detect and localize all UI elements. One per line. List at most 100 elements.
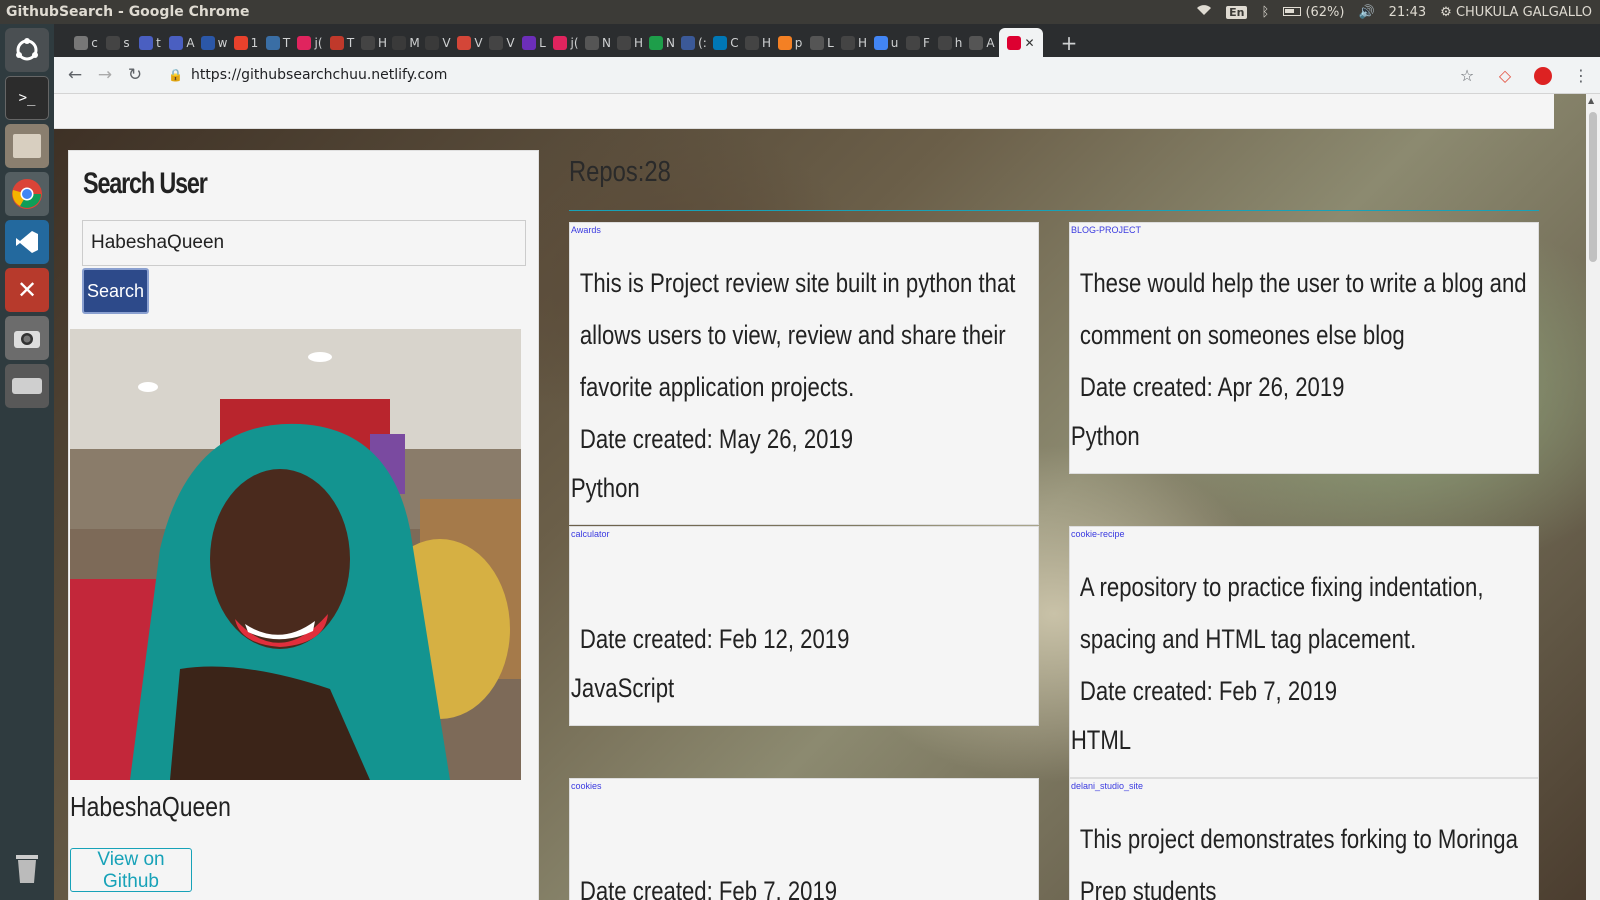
back-icon[interactable]: ← — [60, 65, 90, 85]
browser-tab[interactable]: w — [199, 28, 229, 57]
browser-tab[interactable]: V — [487, 28, 517, 57]
browser-tab[interactable]: t — [135, 28, 165, 57]
address-bar[interactable]: 🔒 https://githubsearchchuu.netlify.com — [150, 61, 1448, 89]
browser-tab[interactable]: V — [455, 28, 485, 57]
tab-title: V — [506, 35, 515, 50]
browser-tab[interactable]: j( — [295, 28, 325, 57]
browser-tab[interactable]: H — [615, 28, 645, 57]
close-icon[interactable]: ✕ — [1024, 36, 1034, 50]
view-on-github-button[interactable]: View on Github — [70, 848, 192, 892]
tab-favicon-icon — [233, 35, 248, 50]
repo-link[interactable]: Awards — [570, 223, 1038, 235]
tab-favicon-icon — [489, 35, 504, 50]
scrollbar-thumb[interactable] — [1589, 112, 1597, 262]
files-icon[interactable] — [5, 124, 49, 168]
tab-title: h — [954, 35, 963, 50]
reload-icon[interactable]: ↻ — [120, 65, 150, 85]
tab-title: H — [761, 35, 772, 50]
tab-title: c — [91, 35, 98, 50]
repo-date: Date created: Feb 12, 2019 — [579, 624, 850, 654]
drive-icon[interactable] — [5, 364, 49, 408]
search-heading: Search User — [83, 167, 208, 200]
repo-description: A repository to practice fixing indentat… — [1079, 572, 1484, 654]
tab-title: t — [156, 35, 161, 50]
extension-icon[interactable]: ◇ — [1486, 66, 1524, 85]
browser-tab[interactable]: N — [647, 28, 677, 57]
repo-link[interactable]: BLOG-PROJECT — [1070, 223, 1538, 235]
bluetooth-icon[interactable]: ᛒ — [1261, 5, 1269, 20]
bookmark-star-icon[interactable]: ☆ — [1448, 66, 1486, 85]
browser-tab[interactable]: N — [583, 28, 613, 57]
browser-tab[interactable]: T — [263, 28, 293, 57]
battery-indicator[interactable]: (62%) — [1283, 5, 1344, 20]
page-viewport: Search User Search — [54, 94, 1600, 900]
repo-link[interactable]: calculator — [570, 527, 1038, 539]
tab-title: N — [602, 35, 611, 50]
browser-tab[interactable]: u — [871, 28, 901, 57]
volume-icon[interactable]: 🔊 — [1358, 5, 1374, 20]
search-input[interactable] — [82, 220, 526, 266]
tab-title: M — [409, 35, 420, 50]
terminal-icon[interactable]: >_ — [5, 76, 49, 120]
page-scrollbar[interactable]: ▲ — [1586, 94, 1600, 900]
browser-tab[interactable]: j( — [551, 28, 581, 57]
window-title: GithubSearch - Google Chrome — [6, 4, 250, 20]
url-text: https://githubsearchchuu.netlify.com — [190, 67, 448, 83]
browser-tab[interactable]: L — [519, 28, 549, 57]
repo-link[interactable]: delani_studio_site — [1070, 779, 1538, 791]
browser-tab[interactable]: 1 — [231, 28, 261, 57]
browser-tab[interactable]: H — [839, 28, 869, 57]
browser-tab[interactable]: L — [807, 28, 837, 57]
browser-tab[interactable]: (: — [679, 28, 709, 57]
repo-link[interactable]: cookie-recipe — [1070, 527, 1538, 539]
tab-title: w — [217, 35, 228, 50]
repo-date: Date created: May 26, 2019 — [579, 424, 854, 454]
browser-tab[interactable]: H — [359, 28, 389, 57]
search-button[interactable]: Search — [82, 268, 149, 314]
tab-favicon-icon — [200, 35, 215, 50]
forward-icon[interactable]: → — [90, 65, 120, 85]
tab-favicon-icon — [585, 35, 599, 50]
tab-favicon-icon — [360, 35, 375, 50]
keyboard-layout-indicator[interactable]: En — [1226, 5, 1248, 19]
browser-tab[interactable]: T — [327, 28, 357, 57]
browser-tab[interactable]: A — [967, 28, 997, 57]
browser-tab[interactable]: V — [423, 28, 453, 57]
chrome-icon[interactable] — [5, 172, 49, 216]
screenshot-camera-icon[interactable] — [5, 316, 49, 360]
menu-kebab-icon[interactable]: ⋮ — [1562, 66, 1600, 85]
repo-language: HTML — [1070, 725, 1132, 755]
new-tab-icon[interactable]: + — [1057, 29, 1081, 57]
browser-tab[interactable]: A — [167, 28, 197, 57]
gear-icon: ⚙ — [1440, 4, 1452, 20]
tab-favicon-icon — [522, 35, 537, 50]
repo-link[interactable]: cookies — [570, 779, 1038, 791]
scroll-up-arrow-icon[interactable]: ▲ — [1588, 96, 1594, 105]
tab-title: j( — [314, 35, 323, 50]
browser-tab-active[interactable]: ✕ — [999, 28, 1043, 57]
tab-favicon-icon — [937, 35, 952, 50]
ubuntu-dash-icon[interactable] — [5, 28, 49, 72]
tab-title: H — [377, 35, 388, 50]
clock[interactable]: 21:43 — [1389, 5, 1426, 20]
settings-tools-icon[interactable]: ✕ — [5, 268, 49, 312]
browser-tab[interactable]: p — [775, 28, 805, 57]
repo-card: Awards This is Project review site built… — [569, 222, 1039, 525]
repo-description: This project demonstrates forking to Mor… — [1079, 824, 1518, 900]
browser-toolbar: ← → ↻ 🔒 https://githubsearchchuu.netlify… — [54, 57, 1600, 94]
browser-tab[interactable]: s — [103, 28, 133, 57]
tab-title: 1 — [250, 35, 259, 50]
browser-tab[interactable]: C — [711, 28, 741, 57]
vscode-icon[interactable] — [5, 220, 49, 264]
browser-tab[interactable]: F — [903, 28, 933, 57]
session-menu[interactable]: ⚙ CHUKULA GALGALLO — [1440, 5, 1592, 20]
profile-avatar[interactable] — [1524, 65, 1562, 85]
trash-icon[interactable] — [5, 846, 49, 890]
browser-tab[interactable]: H — [743, 28, 773, 57]
browser-window: c s t Aw 1 Tj(T H M V V V Lj(N H N (: C Hp L Hu Fh A ✕ + ← → ↻… — [54, 24, 1600, 900]
wifi-icon[interactable] — [1196, 4, 1212, 20]
browser-tab[interactable]: h — [935, 28, 965, 57]
browser-tab[interactable]: M — [391, 28, 421, 57]
browser-tab[interactable]: c — [71, 28, 101, 57]
repo-card: BLOG-PROJECT These would help the user t… — [1069, 222, 1539, 474]
